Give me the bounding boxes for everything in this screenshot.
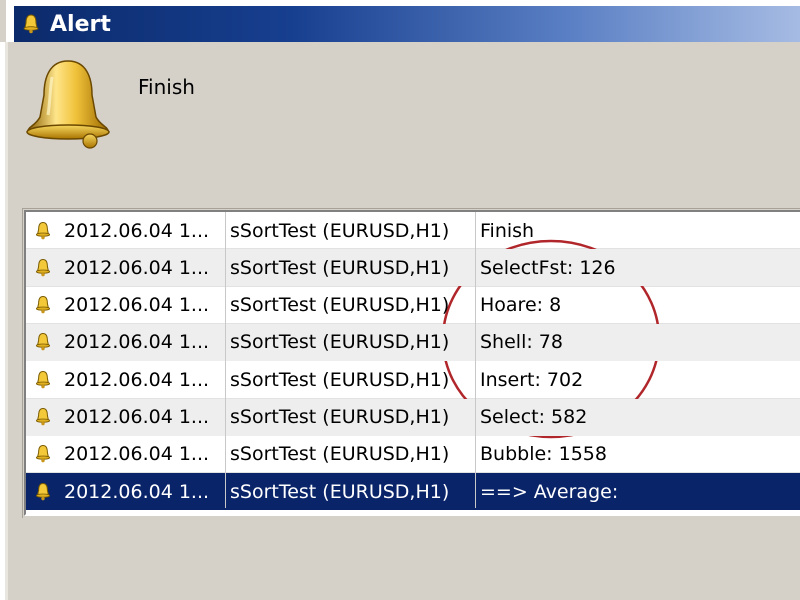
window-border-inner <box>5 42 8 600</box>
list-row[interactable]: 2012.06.04 1... sSortTest (EURUSD,H1) ==> … <box>26 473 800 511</box>
cell-message: Shell: 78 <box>480 331 563 354</box>
list-row[interactable]: 2012.06.04 1... sSortTest (EURUSD,H1) Bubb… <box>26 436 800 473</box>
cell-message: Hoare: 8 <box>480 294 562 317</box>
cell-time: 2012.06.04 1... <box>26 399 224 436</box>
time-label: 2012.06.04 1... <box>64 480 210 503</box>
window-title: Alert <box>50 11 111 37</box>
time-label: 2012.06.04 1... <box>64 294 210 317</box>
cell-time: 2012.06.04 1... <box>26 324 224 361</box>
cell-source: sSortTest (EURUSD,H1) <box>230 331 450 354</box>
cell-source: sSortTest (EURUSD,H1) <box>230 256 450 279</box>
cell-time: 2012.06.04 1... <box>26 287 224 324</box>
cell-time: 2012.06.04 1... <box>26 361 224 398</box>
cell-source: sSortTest (EURUSD,H1) <box>230 294 450 317</box>
list-row[interactable]: 2012.06.04 1... sSortTest (EURUSD,H1) Hoar… <box>26 287 800 324</box>
time-label: 2012.06.04 1... <box>64 256 210 279</box>
bell-icon <box>32 331 54 353</box>
bell-icon <box>32 443 54 465</box>
alert-list[interactable]: 2012.06.04 1... sSortTest (EURUSD,H1) Fini… <box>24 210 800 516</box>
alert-message: Finish <box>138 75 195 99</box>
bell-icon <box>32 406 54 428</box>
bell-icon <box>18 11 44 37</box>
cell-message: Select: 582 <box>480 406 588 428</box>
cell-source: sSortTest (EURUSD,H1) <box>230 368 450 391</box>
cell-source: sSortTest (EURUSD,H1) <box>230 406 450 428</box>
cell-message: Finish <box>480 219 535 242</box>
column-divider <box>225 212 226 508</box>
list-row[interactable]: 2012.06.04 1... sSortTest (EURUSD,H1) Sele… <box>26 398 800 436</box>
time-label: 2012.06.04 1... <box>64 331 210 354</box>
title-bar[interactable]: Alert <box>6 0 800 42</box>
list-row[interactable]: 2012.06.04 1... sSortTest (EURUSD,H1) Shel… <box>26 323 800 361</box>
time-label: 2012.06.04 1... <box>64 368 210 391</box>
bell-icon <box>32 369 54 391</box>
cell-time: 2012.06.04 1... <box>26 212 224 249</box>
cell-time: 2012.06.04 1... <box>26 436 224 473</box>
cell-source: sSortTest (EURUSD,H1) <box>230 443 450 466</box>
cell-message: Bubble: 1558 <box>480 443 607 466</box>
cell-message: ==> Average: <box>480 480 619 503</box>
cell-source: sSortTest (EURUSD,H1) <box>230 219 450 242</box>
time-label: 2012.06.04 1... <box>64 219 210 242</box>
time-label: 2012.06.04 1... <box>64 406 210 428</box>
list-row[interactable]: 2012.06.04 1... sSortTest (EURUSD,H1) Fini… <box>26 212 800 249</box>
cell-time: 2012.06.04 1... <box>26 249 224 286</box>
list-row[interactable]: 2012.06.04 1... sSortTest (EURUSD,H1) Sele… <box>26 249 800 287</box>
bell-icon <box>32 220 54 242</box>
cell-source: sSortTest (EURUSD,H1) <box>230 480 450 503</box>
cell-message: Insert: 702 <box>480 368 584 391</box>
bell-icon <box>22 55 114 150</box>
time-label: 2012.06.04 1... <box>64 443 210 466</box>
cell-message: SelectFst: 126 <box>480 256 616 279</box>
bell-icon <box>32 294 54 316</box>
column-divider <box>475 212 476 508</box>
cell-time: 2012.06.04 1... <box>26 473 224 510</box>
bell-icon <box>32 257 54 279</box>
bell-icon <box>32 481 54 503</box>
list-row[interactable]: 2012.06.04 1... sSortTest (EURUSD,H1) Inse… <box>26 361 800 398</box>
